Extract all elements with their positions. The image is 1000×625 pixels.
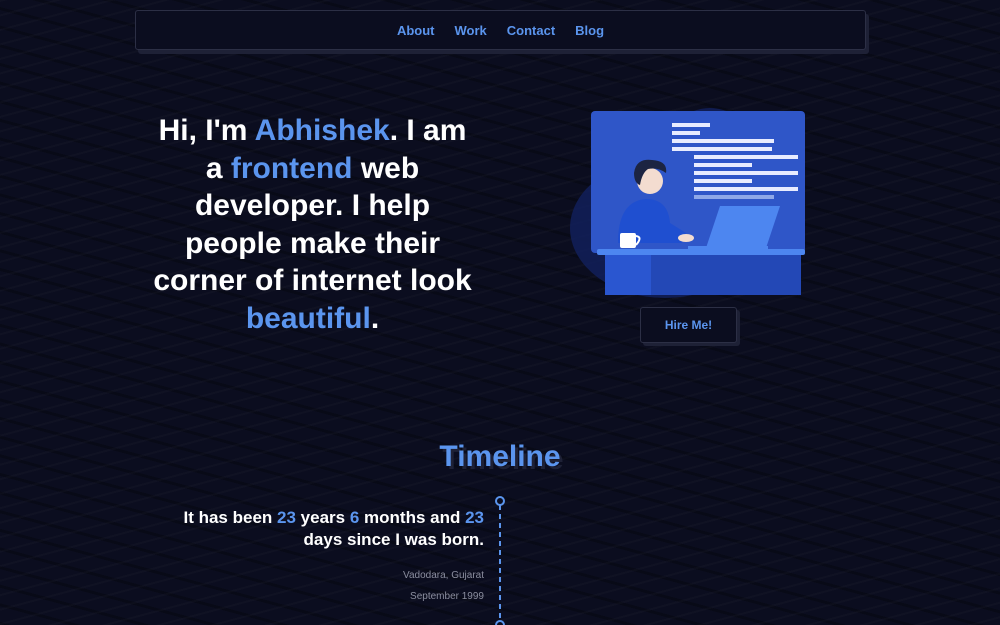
hero-role: frontend xyxy=(230,151,353,185)
timeline-dot xyxy=(495,620,505,625)
nav-about-link[interactable]: About xyxy=(397,23,435,38)
hero-adjective: beautiful xyxy=(245,301,371,335)
entry-years: 23 xyxy=(277,508,296,527)
entry-location: Vadodara, Gujarat xyxy=(403,570,484,581)
entry-months: 6 xyxy=(349,508,360,527)
nav-work-link[interactable]: Work xyxy=(455,23,487,38)
nav-blog-link[interactable]: Blog xyxy=(575,23,604,38)
hero-text-4: . xyxy=(370,301,380,335)
entry-text-4: days since I was born. xyxy=(303,530,484,549)
entry-text-1: It has been xyxy=(183,508,278,527)
timeline-entry: It has been 23 years 6 months and 23 day… xyxy=(150,507,484,607)
entry-text-2: years xyxy=(295,508,350,527)
nav-contact-link[interactable]: Contact xyxy=(507,23,555,38)
developer-illustration xyxy=(570,103,810,298)
hero-heading: Hi, I'm Abhishek. I am a frontend web de… xyxy=(150,112,475,337)
entry-days: 23 xyxy=(465,508,484,527)
developer-at-desk-image xyxy=(570,108,805,298)
hero-name: Abhishek xyxy=(254,114,390,147)
hero-text-1: Hi, I'm xyxy=(158,114,255,147)
entry-date: September 1999 xyxy=(410,591,484,602)
timeline-dot xyxy=(495,496,505,506)
entry-text-3: months and xyxy=(359,508,466,527)
top-nav: About Work Contact Blog xyxy=(135,10,866,50)
timeline-entry-meta: Vadodara, Gujarat September 1999 xyxy=(150,565,484,607)
timeline-line xyxy=(499,505,501,625)
hire-me-button[interactable]: Hire Me! xyxy=(640,307,737,343)
timeline-entry-text: It has been 23 years 6 months and 23 day… xyxy=(150,507,484,551)
timeline-heading: Timeline xyxy=(439,440,561,473)
